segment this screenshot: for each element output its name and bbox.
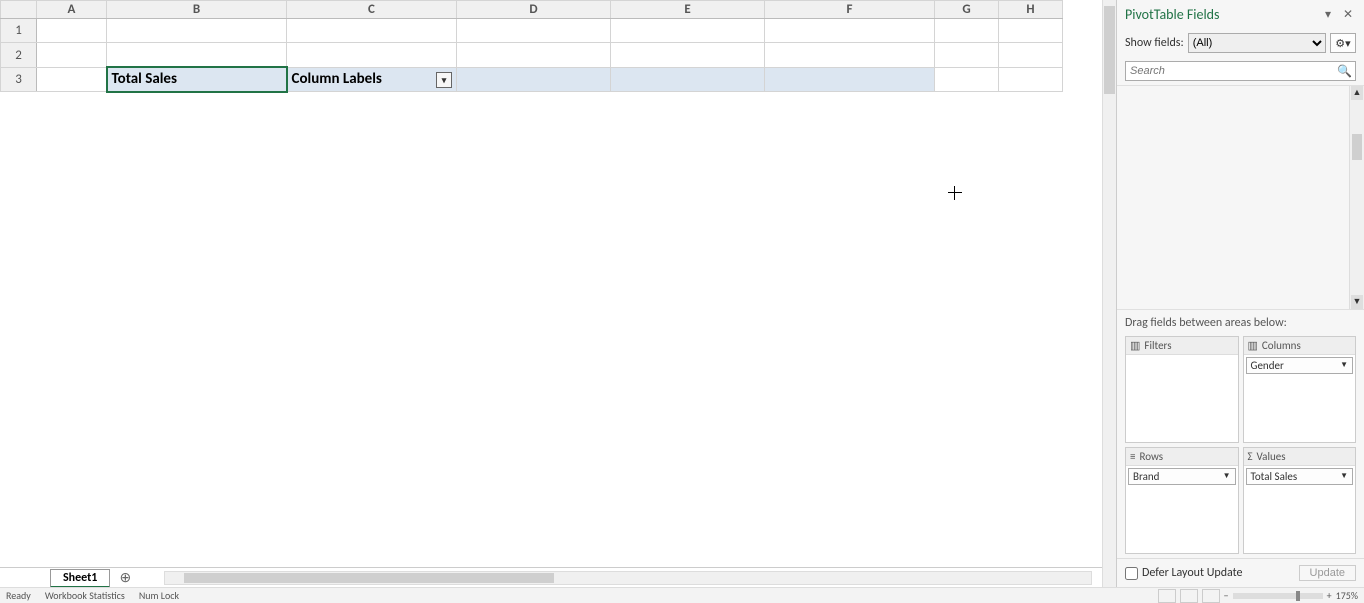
cell-F3[interactable] — [765, 67, 935, 91]
cell-C2[interactable] — [287, 43, 457, 67]
field-list[interactable]: ▲ ▼ — [1117, 85, 1364, 310]
drag-fields-label: Drag fields between areas below: — [1117, 310, 1364, 336]
cell-G1[interactable] — [935, 19, 999, 43]
scroll-up-icon[interactable]: ▲ — [1351, 86, 1363, 100]
cell-H3[interactable] — [999, 67, 1063, 91]
values-icon: Σ — [1248, 450, 1253, 463]
field-search-input[interactable] — [1125, 61, 1356, 81]
column-labels-dropdown[interactable]: ▾ — [436, 72, 452, 88]
chevron-down-icon: ▼ — [1223, 471, 1231, 481]
search-icon: 🔍 — [1337, 64, 1352, 79]
cell-E2[interactable] — [611, 43, 765, 67]
fieldlist-scrollbar[interactable]: ▲ ▼ — [1349, 86, 1364, 309]
col-header-D[interactable]: D — [457, 1, 611, 19]
values-token[interactable]: Total Sales▼ — [1246, 468, 1354, 485]
cell-A3[interactable] — [37, 67, 107, 91]
status-numlock: Num Lock — [139, 589, 179, 602]
zoom-slider[interactable] — [1233, 593, 1323, 599]
show-fields-label: Show fields: — [1125, 36, 1184, 50]
area-rows[interactable]: ≡Rows Brand▼ — [1125, 447, 1239, 554]
cell-H1[interactable] — [999, 19, 1063, 43]
update-button[interactable]: Update — [1299, 565, 1356, 581]
rows-icon: ≡ — [1130, 450, 1135, 463]
defer-update-checkbox[interactable] — [1125, 567, 1138, 580]
col-header-E[interactable]: E — [611, 1, 765, 19]
cell-H2[interactable] — [999, 43, 1063, 67]
vertical-scrollbar[interactable] — [1102, 0, 1116, 587]
view-normal-button[interactable] — [1158, 589, 1176, 603]
col-header-C[interactable]: C — [287, 1, 457, 19]
cell-G2[interactable] — [935, 43, 999, 67]
cell-A2[interactable] — [37, 43, 107, 67]
zoom-out-button[interactable]: − — [1224, 589, 1229, 602]
horizontal-scrollbar[interactable] — [164, 571, 1092, 585]
col-header-H[interactable]: H — [999, 1, 1063, 19]
view-page-break-button[interactable] — [1202, 589, 1220, 603]
cell-F1[interactable] — [765, 19, 935, 43]
cell-C1[interactable] — [287, 19, 457, 43]
cell-B2[interactable] — [107, 43, 287, 67]
chevron-down-icon: ▼ — [1340, 360, 1348, 370]
col-header-A[interactable]: A — [37, 1, 107, 19]
defer-update-label: Defer Layout Update — [1142, 566, 1243, 580]
cell-E1[interactable] — [611, 19, 765, 43]
cell-G3[interactable] — [935, 67, 999, 91]
area-columns[interactable]: ▥Columns Gender▼ — [1243, 336, 1357, 443]
col-header-F[interactable]: F — [765, 1, 935, 19]
cell-D2[interactable] — [457, 43, 611, 67]
panel-title: PivotTable Fields — [1125, 6, 1316, 23]
panel-options-icon[interactable]: ▾ — [1320, 7, 1336, 22]
scroll-down-icon[interactable]: ▼ — [1351, 295, 1363, 309]
row-header-1[interactable]: 1 — [1, 19, 37, 43]
zoom-in-button[interactable]: + — [1327, 589, 1332, 602]
add-sheet-button[interactable]: ⊕ — [116, 569, 134, 587]
filters-icon: ▥ — [1130, 339, 1140, 352]
view-page-layout-button[interactable] — [1180, 589, 1198, 603]
col-header-G[interactable]: G — [935, 1, 999, 19]
cell-A1[interactable] — [37, 19, 107, 43]
cell-B3[interactable]: Total Sales — [107, 67, 287, 91]
cell-B1[interactable] — [107, 19, 287, 43]
area-filters[interactable]: ▥Filters — [1125, 336, 1239, 443]
status-workbook-stats[interactable]: Workbook Statistics — [45, 589, 125, 602]
status-ready: Ready — [6, 589, 31, 602]
spreadsheet-grid[interactable]: ABCDEFGH 123 Total SalesColumn Labels▾ — [0, 0, 1063, 93]
cell-C3[interactable]: Column Labels▾ — [287, 67, 457, 91]
field-settings-button[interactable]: ⚙▾ — [1330, 33, 1356, 53]
cell-F2[interactable] — [765, 43, 935, 67]
columns-token[interactable]: Gender▼ — [1246, 357, 1354, 374]
rows-token[interactable]: Brand▼ — [1128, 468, 1236, 485]
columns-icon: ▥ — [1248, 339, 1258, 352]
row-header-2[interactable]: 2 — [1, 43, 37, 67]
select-all-corner[interactable] — [1, 1, 37, 19]
row-header-3[interactable]: 3 — [1, 67, 37, 91]
chevron-down-icon: ▼ — [1340, 471, 1348, 481]
panel-close-icon[interactable]: ✕ — [1340, 7, 1356, 22]
cell-cursor-icon — [948, 186, 962, 200]
sheet-tab-sheet1[interactable]: Sheet1 — [50, 569, 110, 587]
cell-E3[interactable] — [611, 67, 765, 91]
status-bar: Ready Workbook Statistics Num Lock − + 1… — [0, 587, 1364, 603]
area-values[interactable]: ΣValues Total Sales▼ — [1243, 447, 1357, 554]
zoom-level[interactable]: 175% — [1336, 589, 1358, 602]
col-header-B[interactable]: B — [107, 1, 287, 19]
cell-D3[interactable] — [457, 67, 611, 91]
show-fields-select[interactable]: (All) — [1188, 33, 1326, 53]
pivot-fields-panel: PivotTable Fields ▾ ✕ Show fields: (All)… — [1116, 0, 1364, 587]
cell-D1[interactable] — [457, 19, 611, 43]
